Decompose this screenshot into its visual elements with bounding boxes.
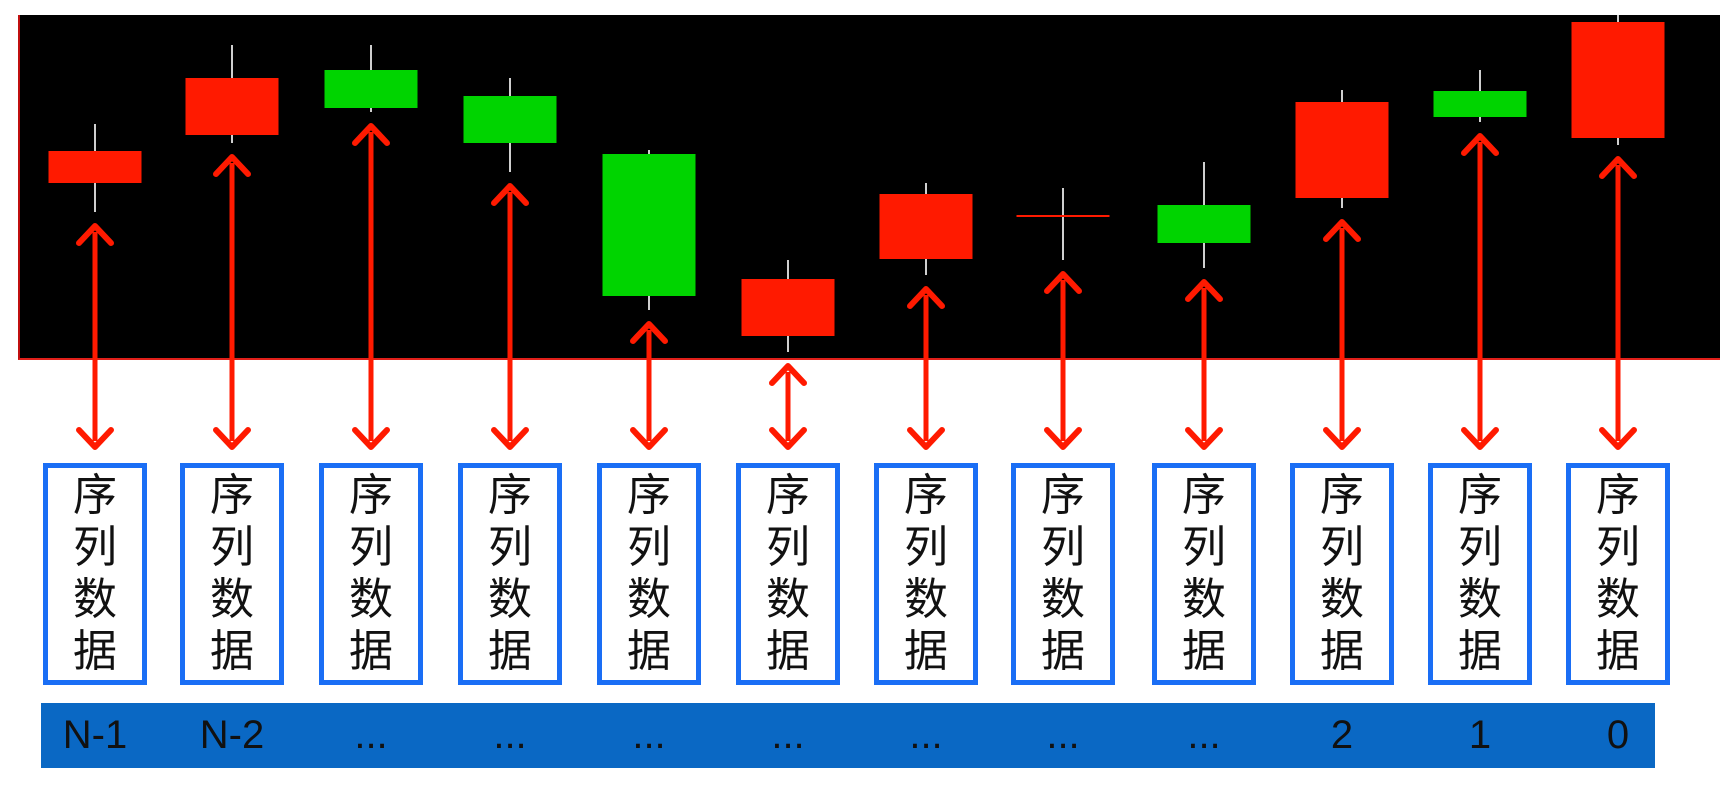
sequence-data-box: 序列数据	[43, 463, 147, 685]
box-label-char: 据	[488, 626, 532, 677]
box-label-char: 数	[766, 574, 810, 625]
sequence-data-box: 序列数据	[1152, 463, 1256, 685]
box-label-char: 据	[1320, 626, 1364, 677]
candle-down	[1157, 205, 1251, 243]
box-label-char: 据	[766, 626, 810, 677]
box-label-char: 列	[210, 522, 254, 573]
sequence-data-box: 序列数据	[736, 463, 840, 685]
index-label: 2	[1330, 713, 1354, 757]
box-label-char: 数	[349, 574, 393, 625]
box-label-char: 数	[488, 574, 532, 625]
index-label: ...	[632, 713, 666, 757]
box-label-char: 列	[1320, 522, 1364, 573]
box-label-char: 列	[627, 522, 671, 573]
box-label-char: 列	[1596, 522, 1640, 573]
box-label-char: 列	[488, 522, 532, 573]
box-label-char: 数	[73, 574, 117, 625]
box-label-char: 数	[1320, 574, 1364, 625]
index-label: ...	[493, 713, 527, 757]
index-label: ...	[909, 713, 943, 757]
box-label-char: 据	[1041, 626, 1085, 677]
candle-down	[324, 70, 418, 108]
index-label: ...	[1046, 713, 1080, 757]
box-label-char: 数	[210, 574, 254, 625]
box-label-char: 数	[1458, 574, 1502, 625]
candle-down	[602, 154, 696, 296]
index-bar: N-1 N-2..................... 2 1 0	[41, 703, 1655, 768]
box-label-char: 序	[210, 470, 254, 521]
candle-up	[741, 279, 835, 336]
box-label-char: 数	[627, 574, 671, 625]
index-label: N-1	[62, 713, 128, 757]
box-label-char: 序	[1596, 470, 1640, 521]
box-label-char: 序	[73, 470, 117, 521]
box-label-char: 序	[627, 470, 671, 521]
box-label-char: 据	[210, 626, 254, 677]
sequence-data-box: 序列数据	[1566, 463, 1670, 685]
candle-up	[48, 151, 142, 183]
sequence-data-box: 序列数据	[1011, 463, 1115, 685]
box-label-char: 据	[1596, 626, 1640, 677]
box-label-char: 据	[349, 626, 393, 677]
box-label-char: 数	[904, 574, 948, 625]
box-label-char: 列	[1458, 522, 1502, 573]
sequence-data-box: 序列数据	[180, 463, 284, 685]
index-label: 0	[1606, 713, 1630, 757]
box-label-char: 数	[1182, 574, 1226, 625]
index-label: ...	[771, 713, 805, 757]
box-label-char: 序	[904, 470, 948, 521]
candle-up	[1571, 22, 1665, 138]
candle-up	[1295, 102, 1389, 198]
candle-up	[879, 194, 973, 259]
box-label-char: 列	[73, 522, 117, 573]
box-label-char: 数	[1596, 574, 1640, 625]
sequence-data-box: 序列数据	[597, 463, 701, 685]
box-label-char: 列	[904, 522, 948, 573]
box-label-char: 序	[1458, 470, 1502, 521]
box-label-char: 序	[488, 470, 532, 521]
candle-down	[1433, 91, 1527, 117]
box-label-char: 据	[73, 626, 117, 677]
box-label-char: 序	[766, 470, 810, 521]
box-label-char: 数	[1041, 574, 1085, 625]
box-label-char: 序	[1320, 470, 1364, 521]
box-label-char: 列	[1182, 522, 1226, 573]
index-label: ...	[354, 713, 388, 757]
sequence-data-box: 序列数据	[1290, 463, 1394, 685]
box-label-char: 据	[904, 626, 948, 677]
box-label-char: 据	[1182, 626, 1226, 677]
candle-down	[463, 96, 557, 143]
index-label: N-2	[199, 713, 265, 757]
box-label-char: 据	[627, 626, 671, 677]
sequence-data-box: 序列数据	[874, 463, 978, 685]
sequence-data-box: 序列数据	[1428, 463, 1532, 685]
index-label: ...	[1187, 713, 1221, 757]
box-label-char: 列	[349, 522, 393, 573]
box-label-char: 列	[1041, 522, 1085, 573]
box-label-char: 序	[1182, 470, 1226, 521]
sequence-data-box: 序列数据	[458, 463, 562, 685]
box-label-char: 据	[1458, 626, 1502, 677]
sequence-data-box: 序列数据	[319, 463, 423, 685]
box-label-char: 列	[766, 522, 810, 573]
index-label: 1	[1468, 713, 1492, 757]
candle-up	[185, 78, 279, 135]
box-label-char: 序	[1041, 470, 1085, 521]
box-label-char: 序	[349, 470, 393, 521]
